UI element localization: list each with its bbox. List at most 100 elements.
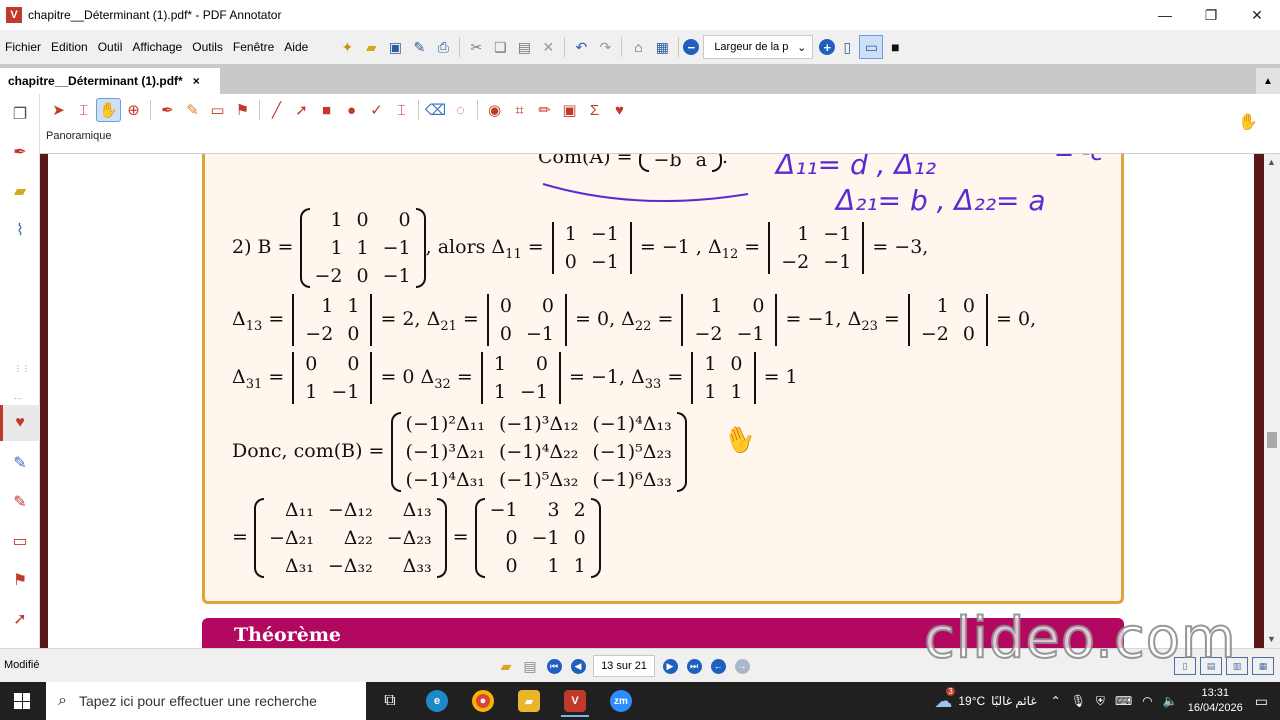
zoom-in-icon[interactable]: + [819,39,836,55]
highlighter-icon[interactable]: ✎ [8,490,32,514]
thumbnails-icon[interactable]: ▤ [518,654,542,678]
marker-icon[interactable]: ✎ [8,451,32,475]
single-page-icon[interactable]: ▯ [835,35,859,59]
redo-icon[interactable]: ↷ [593,35,617,59]
ruler-icon[interactable]: ✏ [532,98,557,122]
save-icon[interactable]: ▣ [383,35,407,59]
weather-temp[interactable]: 19°C [958,694,985,708]
arrow-icon[interactable]: ➚ [8,607,32,631]
pan-hand-icon[interactable]: ✋ [96,98,121,122]
vertical-scrollbar[interactable]: ▲ ▼ [1264,154,1280,648]
keyboard-icon[interactable]: ⌨ [1115,694,1132,708]
menu-outils[interactable]: Outils [187,40,228,54]
scroll-down-icon[interactable]: ▼ [1267,634,1276,644]
menu-edition[interactable]: Edition [46,40,93,54]
open-folder-icon[interactable]: ▰ [359,35,383,59]
clock[interactable]: 13:31 16/04/2026 [1188,686,1243,716]
tray-chevron-up-icon[interactable]: ⌃ [1051,694,1061,708]
zoom-app[interactable]: zm [601,685,641,717]
pages-icon[interactable]: ❐ [8,102,32,126]
menu-outil[interactable]: Outil [93,40,128,54]
new-document-icon[interactable]: ✦ [335,35,359,59]
menu-fichier[interactable]: Fichier [0,40,46,54]
wifi-icon[interactable]: ◠ [1142,694,1152,708]
stamp-icon[interactable]: ⚑ [8,568,32,592]
favorites-heart-icon[interactable]: ♥ [8,411,32,435]
zoom-tool-icon[interactable]: ⊕ [121,98,146,122]
tool-options-icon[interactable]: ✋ [1238,112,1258,132]
cut-icon[interactable]: ✂ [464,35,488,59]
attachment-icon[interactable]: ⌇ [8,218,32,242]
highlighter-icon[interactable]: ✎ [180,98,205,122]
grid-view-icon[interactable]: ▦ [1252,657,1274,675]
scroll-thumb[interactable] [1267,432,1277,448]
back-button[interactable]: ← [706,654,730,678]
line-icon[interactable]: ╱ [264,98,289,122]
tab-scroll-up-icon[interactable]: ▲ [1256,68,1280,94]
weather-cloud-icon[interactable]: ☁ 3 [934,686,955,712]
close-button[interactable]: ✕ [1234,0,1280,30]
text-box-icon[interactable]: ▭ [8,529,32,553]
bookmarks-icon[interactable]: ▰ [494,654,518,678]
ellipse-icon[interactable]: ● [339,98,364,122]
fullscreen-icon[interactable]: ■ [883,35,907,59]
sidebar-grip-icon[interactable]: ⋮⋮ [14,364,30,373]
select-text-icon[interactable]: ⌶ [71,98,96,122]
task-view-button[interactable]: ⧉ [370,685,410,717]
menu-fenetre[interactable]: Fenêtre [228,40,279,54]
microphone-icon[interactable]: 🎙 [1071,694,1086,708]
start-button[interactable] [0,682,44,720]
copy-icon[interactable]: ❏ [488,35,512,59]
security-icon[interactable]: ⛨ [1096,694,1105,709]
page-indicator[interactable]: 13 sur 21 [593,655,655,677]
notifications-icon[interactable]: ▭ [1255,693,1268,710]
pen-icon[interactable]: ✒ [155,98,180,122]
taskbar-search[interactable]: ⌕ Tapez ici pour effectuer une recherche [46,682,366,720]
crop-icon[interactable]: ⌗ [507,98,532,122]
checkmark-icon[interactable]: ✓ [364,98,389,122]
minimize-button[interactable]: — [1142,0,1188,30]
menu-affichage[interactable]: Affichage [127,40,187,54]
bracket-icon[interactable]: ⌶ [389,98,414,122]
camera-icon[interactable]: ◉ [482,98,507,122]
first-page-button[interactable]: ⏮ [542,654,566,678]
zoom-out-icon[interactable]: − [683,39,700,55]
maximize-button[interactable]: ❐ [1188,0,1234,30]
eraser-icon[interactable]: ⌫ [423,98,448,122]
volume-icon[interactable]: 🔈 [1163,694,1178,708]
next-page-button[interactable]: ▶ [658,654,682,678]
lasso-icon[interactable]: ◌ [448,98,473,122]
insert-image-icon[interactable]: ▣ [557,98,582,122]
library-icon[interactable]: ⌂ [626,35,650,59]
arrow-icon[interactable]: ➚ [289,98,314,122]
pdf-annotator-app[interactable]: V [555,685,595,717]
sum-icon[interactable]: Σ [582,98,607,122]
delete-icon[interactable]: ✕ [536,35,560,59]
last-page-button[interactable]: ⏭ [682,654,706,678]
save-as-icon[interactable]: ✎ [407,35,431,59]
favorite-heart-icon[interactable]: ♥ [607,98,632,122]
stamp-icon[interactable]: ⚑ [230,98,255,122]
document-view[interactable]: Com(A) = −ba . Δ₁₁= d , Δ₁₂ = -c Δ₂₁= b … [40,154,1264,648]
fit-page-icon[interactable]: ▭ [859,35,884,59]
menu-aide[interactable]: Aide [279,40,313,54]
sidebar-grip-icon[interactable]: ⋯ [14,394,22,403]
edge-app[interactable]: e [417,685,457,717]
zoom-select[interactable]: Largeur de la p ⌄ [703,35,814,59]
close-tab-icon[interactable]: × [193,74,200,88]
undo-icon[interactable]: ↶ [569,35,593,59]
weather-text[interactable]: غائم غالبًا [991,694,1036,708]
pen-tool-icon[interactable]: ✒ [8,140,32,164]
rectangle-icon[interactable]: ■ [314,98,339,122]
paste-icon[interactable]: ▤ [512,35,536,59]
forward-button[interactable]: → [730,654,754,678]
previous-page-button[interactable]: ◀ [566,654,590,678]
folder-icon[interactable]: ▰ [8,179,32,203]
document-tab[interactable]: chapitre__Déterminant (1).pdf* × [0,68,220,94]
chrome-app[interactable]: ● [463,685,503,717]
scroll-up-icon[interactable]: ▲ [1267,157,1276,167]
text-box-icon[interactable]: ▭ [205,98,230,122]
select-arrow-icon[interactable]: ➤ [46,98,71,122]
file-explorer-app[interactable]: ▰ [509,685,549,717]
grid-view-icon[interactable]: ▦ [650,35,674,59]
